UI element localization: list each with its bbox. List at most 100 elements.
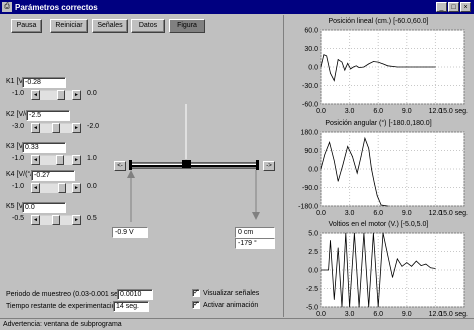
- x-tick-label: 9.0: [402, 311, 412, 318]
- motor-voltage-plot: 5.02.50.0-2.5-5.00.0 3.0 6.0 9.0 12.015.0 se…: [306, 231, 468, 319]
- slider-left-arrow-icon[interactable]: ◄: [31, 215, 40, 225]
- show-signals-checkbox[interactable]: ✓ Visualizar señales: [192, 289, 259, 297]
- data-point: [341, 61, 343, 63]
- data-point: [350, 68, 351, 70]
- y-tick-label: 5.0: [308, 231, 318, 238]
- slider-right-arrow-icon[interactable]: ►: [72, 155, 81, 165]
- data-point: [387, 205, 388, 207]
- left-post: [129, 160, 132, 170]
- data-point: [373, 232, 374, 234]
- data-point: [435, 268, 436, 269]
- checkbox-label: Activar animación: [203, 301, 259, 309]
- data-point: [382, 63, 384, 65]
- x-tick-label: 15.0 seg.: [439, 311, 468, 318]
- slider-min-label: -0.5: [12, 215, 25, 222]
- slider-left-arrow-icon[interactable]: ◄: [31, 90, 40, 100]
- slider-right-arrow-icon[interactable]: ►: [72, 215, 81, 225]
- data-point: [344, 69, 346, 71]
- data-point: [353, 66, 354, 68]
- y-tick-label: 0.0: [308, 65, 318, 72]
- data-point: [377, 61, 379, 63]
- data-point: [392, 277, 393, 278]
- data-point: [368, 306, 369, 308]
- data-point: [364, 137, 366, 139]
- slider-right-arrow-icon[interactable]: ►: [72, 90, 81, 100]
- restart-button[interactable]: Reiniciar: [50, 19, 88, 33]
- data-point: [358, 67, 360, 68]
- slider-left-arrow-icon[interactable]: ◄: [31, 123, 40, 133]
- param-slider[interactable]: ◄ ►: [31, 123, 81, 133]
- data-point: [420, 265, 422, 266]
- param-field[interactable]: 0.33: [22, 142, 66, 153]
- sampling-field[interactable]: 0.0010: [117, 289, 153, 300]
- slider-max-label: -2.0: [87, 123, 100, 130]
- data-point: [356, 172, 358, 174]
- data-point: [349, 306, 350, 308]
- angular-position-plot: 180.090.00.0-90.0-180.00.0 3.0 6.0 9.0 12.01…: [298, 130, 468, 218]
- x-tick-label: 9.0: [402, 210, 412, 217]
- slider-thumb[interactable]: [52, 215, 60, 225]
- data-point: [323, 54, 325, 55]
- data-point: [373, 61, 374, 62]
- param-field[interactable]: -0.27: [31, 170, 75, 181]
- slider-right-arrow-icon[interactable]: ►: [72, 123, 81, 133]
- minimize-button[interactable]: _: [436, 2, 447, 12]
- x-tick-label: 6.0: [373, 210, 383, 217]
- slider-min-label: -1.0: [12, 155, 25, 162]
- data-point: [416, 66, 417, 68]
- param-slider[interactable]: ◄ ►: [31, 155, 81, 165]
- slider-thumb[interactable]: [56, 155, 64, 165]
- linear-position-plot: 60.030.00.0-30.0-60.00.0 3.0 6.0 9.0 12.015.…: [302, 28, 468, 116]
- param-slider[interactable]: ◄ ►: [31, 215, 81, 225]
- animation-checkbox[interactable]: ✓ Activar animación: [192, 301, 258, 309]
- signals-button[interactable]: Señales: [92, 19, 128, 33]
- data-point: [334, 80, 335, 81]
- x-tick-label: 6.0: [373, 108, 383, 115]
- slider-right-arrow-icon[interactable]: ►: [72, 183, 81, 193]
- app-icon[interactable]: ⎙: [2, 2, 12, 12]
- param-slider[interactable]: ◄ ►: [31, 90, 81, 100]
- data-point: [430, 267, 431, 269]
- data-point: [363, 66, 365, 68]
- param-field[interactable]: -2.5: [26, 110, 70, 121]
- param-slider[interactable]: ◄ ►: [31, 183, 81, 193]
- slider-track[interactable]: [40, 90, 72, 100]
- figure-button[interactable]: Figura: [169, 19, 205, 33]
- data-point: [425, 263, 427, 265]
- y-tick-label: -180.0: [298, 204, 318, 211]
- data-point: [397, 258, 398, 260]
- x-tick-label: 0.0: [316, 311, 326, 318]
- close-button[interactable]: ×: [460, 2, 471, 12]
- slider-thumb[interactable]: [57, 90, 65, 100]
- data-point: [377, 306, 379, 308]
- slider-thumb[interactable]: [52, 123, 60, 133]
- slider-left-arrow-icon[interactable]: ◄: [31, 183, 40, 193]
- right-post: [256, 160, 259, 170]
- remaining-field: 14 seg.: [113, 301, 149, 312]
- data-point: [337, 181, 339, 182]
- maximize-button[interactable]: □: [448, 2, 459, 12]
- data-point: [371, 168, 372, 170]
- data-point: [329, 142, 330, 143]
- data-point: [368, 148, 369, 149]
- sampling-label: Periodo de muestreo (0.03-0.001 seg.):: [6, 291, 129, 298]
- slider-left-arrow-icon[interactable]: ◄: [31, 155, 40, 165]
- x-tick-label: 0.0: [316, 210, 326, 217]
- chart-title: Posición lineal (cm.) [-60.0,60.0]: [328, 18, 429, 25]
- slider-thumb[interactable]: [58, 183, 66, 193]
- data-point: [330, 240, 331, 241]
- checkbox-box[interactable]: ✓: [192, 301, 200, 309]
- y-tick-label: 60.0: [304, 28, 318, 35]
- data-button[interactable]: Datos: [131, 19, 165, 33]
- slider-track[interactable]: [40, 183, 72, 193]
- data-point: [368, 63, 369, 65]
- move-right-button[interactable]: ->: [263, 161, 275, 171]
- data-point: [406, 66, 408, 68]
- checkbox-box[interactable]: ✓: [192, 289, 200, 297]
- move-left-button[interactable]: <-: [114, 161, 126, 171]
- pause-button[interactable]: Pausa: [11, 19, 42, 33]
- data-point: [341, 306, 343, 308]
- param-field[interactable]: 0.0: [22, 202, 66, 213]
- status-bar: Advertencia: ventana de subprograma: [0, 318, 474, 330]
- param-field[interactable]: -0.28: [22, 77, 66, 88]
